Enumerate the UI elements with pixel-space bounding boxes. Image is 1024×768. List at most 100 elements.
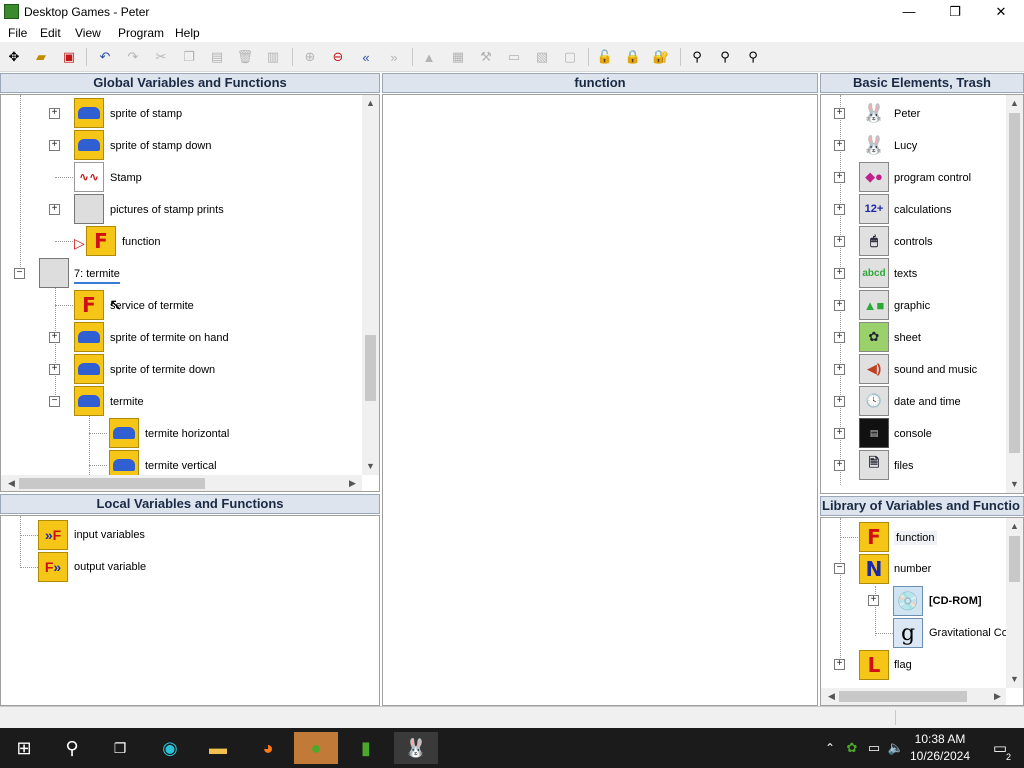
expand-button[interactable]: +	[834, 332, 845, 343]
output-icon[interactable]: ▧	[533, 48, 551, 66]
expand-button[interactable]: +	[834, 460, 845, 471]
undo-icon[interactable]: ↶	[96, 48, 114, 66]
menu-program[interactable]: Program	[118, 26, 164, 40]
expand-button[interactable]: +	[834, 268, 845, 279]
vertical-scrollbar[interactable]: ▲ ▼	[1006, 95, 1023, 493]
input-icon[interactable]: ▭	[505, 48, 523, 66]
tree-item-label[interactable]: function	[122, 236, 161, 248]
scrollbar-thumb[interactable]	[19, 478, 205, 489]
collapse-button[interactable]: −	[49, 396, 60, 407]
tree-item-label[interactable]: controls	[894, 236, 933, 248]
horizontal-scrollbar[interactable]: ◀ ▶	[1, 475, 362, 491]
forward-icon[interactable]: »	[385, 48, 403, 66]
tree-item-label[interactable]: date and time	[894, 396, 961, 408]
vertical-scrollbar[interactable]: ▲ ▼	[1006, 518, 1023, 688]
zoom-out-icon[interactable]: ⊖	[329, 48, 347, 66]
paste-icon[interactable]: ▤	[208, 48, 226, 66]
cut-icon[interactable]: ✂	[152, 48, 170, 66]
find-all-icon[interactable]: ⚲	[744, 48, 762, 66]
scrollbar-thumb[interactable]	[839, 691, 967, 702]
tree-item-label[interactable]: files	[894, 460, 914, 472]
firefox-icon[interactable]: ◕	[246, 732, 290, 764]
tree-item-label[interactable]: input variables	[74, 529, 145, 541]
scroll-up-arrow-icon[interactable]: ▲	[1006, 98, 1023, 108]
chart-icon[interactable]: ▮	[344, 732, 388, 764]
tree-item-label[interactable]: sprite of termite down	[110, 364, 215, 376]
scroll-left-arrow-icon[interactable]: ◀	[823, 691, 840, 702]
collapse-button[interactable]: −	[834, 563, 845, 574]
scroll-down-arrow-icon[interactable]: ▼	[362, 461, 379, 471]
task-view-icon[interactable]: ❐	[98, 732, 142, 764]
scroll-left-arrow-icon[interactable]: ◀	[3, 478, 20, 489]
frame-icon[interactable]: ▢	[561, 48, 579, 66]
tree-item-label[interactable]: sprite of termite on hand	[110, 332, 229, 344]
tree-item-label[interactable]: termite vertical	[145, 460, 217, 472]
menu-file[interactable]: File	[8, 26, 27, 40]
close-button[interactable]: ✕	[978, 0, 1024, 23]
scrollbar-thumb[interactable]	[365, 335, 376, 401]
expand-button[interactable]: +	[49, 364, 60, 375]
tree-item-label[interactable]: sound and music	[894, 364, 977, 376]
expand-button[interactable]: +	[834, 140, 845, 151]
scrollbar-thumb[interactable]	[1009, 536, 1020, 582]
search-icon[interactable]: ⚲	[50, 732, 94, 764]
menu-view[interactable]: View	[75, 26, 101, 40]
tree-item-label[interactable]: termite horizontal	[145, 428, 229, 440]
scroll-up-arrow-icon[interactable]: ▲	[362, 98, 379, 108]
tree-item-label[interactable]: function	[894, 531, 937, 545]
lock-partial-icon[interactable]: 🔒	[624, 48, 642, 66]
tree-item-label[interactable]: Lucy	[894, 140, 917, 152]
redo-icon[interactable]: ↷	[124, 48, 142, 66]
edge-icon[interactable]: ◉	[148, 732, 192, 764]
lock-open-icon[interactable]: 🔓	[596, 48, 614, 66]
collapse-button[interactable]: −	[14, 268, 25, 279]
restore-button[interactable]: ❐	[932, 0, 978, 23]
tree-item-label[interactable]: Gravitational Co	[929, 627, 1008, 639]
zoom-in-icon[interactable]: ⊕	[301, 48, 319, 66]
horizontal-scrollbar[interactable]: ◀ ▶	[821, 688, 1006, 705]
tree-item-label[interactable]: sprite of stamp down	[110, 140, 212, 152]
scroll-up-arrow-icon[interactable]: ▲	[1006, 521, 1023, 531]
align-icon[interactable]: ▦	[449, 48, 467, 66]
delete-icon[interactable]: 🗑	[236, 48, 254, 66]
find-next-icon[interactable]: ⚲	[716, 48, 734, 66]
expand-button[interactable]: +	[49, 332, 60, 343]
lock-closed-icon[interactable]: 🔐	[652, 48, 670, 66]
find-icon[interactable]: ⚲	[688, 48, 706, 66]
tree-item-label[interactable]: Stamp	[110, 172, 142, 184]
tool-icon[interactable]: ⚒	[477, 48, 495, 66]
expand-button[interactable]: +	[49, 140, 60, 151]
scroll-down-arrow-icon[interactable]: ▼	[1006, 674, 1023, 684]
tree-item-label[interactable]: output variable	[74, 561, 146, 573]
tree-item-label[interactable]: number	[894, 563, 931, 575]
vertical-scrollbar[interactable]: ▲ ▼	[362, 95, 379, 475]
save-icon[interactable]: ▣	[60, 48, 78, 66]
tree-item-label[interactable]: flag	[894, 659, 912, 671]
tree-item-label[interactable]: calculations	[894, 204, 951, 216]
copy-icon[interactable]: ❐	[180, 48, 198, 66]
lock-icon[interactable]: ▲	[420, 48, 438, 66]
scroll-down-arrow-icon[interactable]: ▼	[1006, 479, 1023, 489]
tree-item-label[interactable]: termite	[110, 396, 144, 408]
tree-item-label[interactable]: pictures of stamp prints	[110, 204, 224, 216]
clear-icon[interactable]: ▥	[264, 48, 282, 66]
tree-item-label[interactable]: texts	[894, 268, 917, 280]
back-icon[interactable]: «	[357, 48, 375, 66]
tree-item-label[interactable]: sheet	[894, 332, 921, 344]
expand-button[interactable]: +	[834, 172, 845, 183]
expand-button[interactable]: +	[834, 428, 845, 439]
function-canvas[interactable]	[382, 94, 818, 706]
scroll-right-arrow-icon[interactable]: ▶	[344, 478, 361, 489]
tree-item-label[interactable]: graphic	[894, 300, 930, 312]
menu-help[interactable]: Help	[175, 26, 200, 40]
expand-button[interactable]: +	[49, 204, 60, 215]
expand-button[interactable]: +	[834, 300, 845, 311]
tree-item-label[interactable]: program control	[894, 172, 971, 184]
scrollbar-thumb[interactable]	[1009, 113, 1020, 453]
clock-date[interactable]: 10/26/2024	[905, 749, 975, 763]
explorer-icon[interactable]: ▬	[196, 732, 240, 764]
open-icon[interactable]: ▰	[32, 48, 50, 66]
expand-button[interactable]: +	[834, 204, 845, 215]
tree-item-label[interactable]: [CD-ROM]	[929, 595, 982, 607]
expand-button[interactable]: +	[834, 396, 845, 407]
